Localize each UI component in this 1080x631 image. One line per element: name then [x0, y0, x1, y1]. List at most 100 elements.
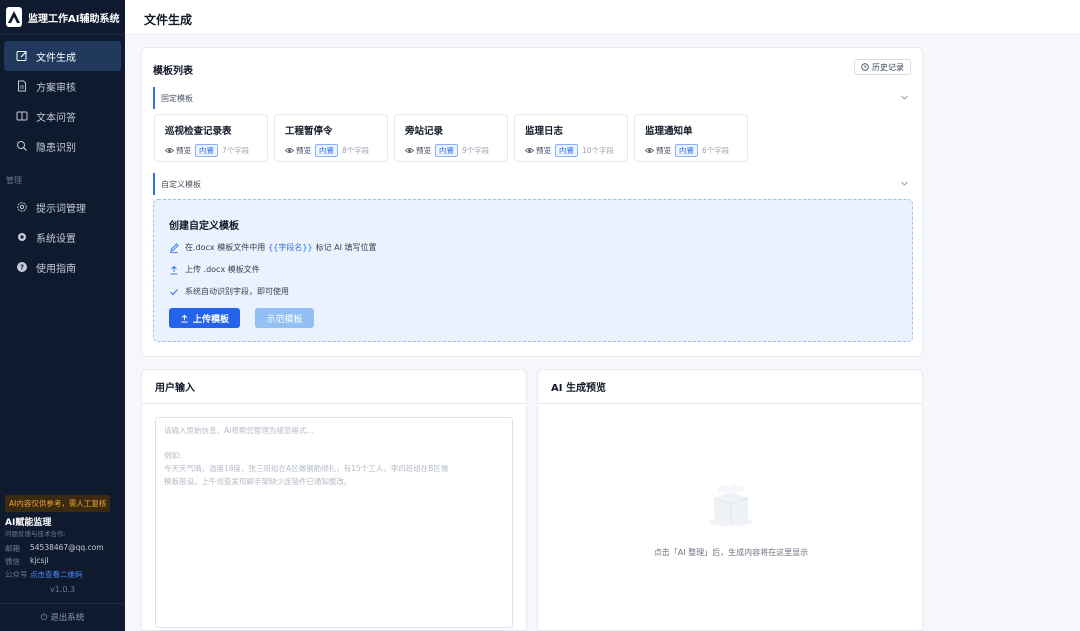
- contact-wechat: 微信 kjcsjl: [5, 556, 49, 567]
- step-mark-fields: 在.docx 模板文件中用 {{字段名}} 标记 AI 填写位置: [169, 242, 376, 253]
- sidebar-item-label: 隐患识别: [36, 142, 76, 154]
- template-name: 巡视检查记录表: [165, 126, 232, 137]
- upload-template-button[interactable]: 上传模板: [169, 308, 240, 328]
- builtin-tag: 内置: [195, 144, 218, 157]
- empty-state-text: 点击「AI 整理」后，生成内容将在这里显示: [653, 548, 809, 557]
- qr-code-link[interactable]: 点击查看二维码: [30, 569, 83, 580]
- sidebar-item-label: 文本问答: [36, 112, 76, 124]
- template-name: 监理通知单: [645, 126, 693, 137]
- sidebar-item-label: 系统设置: [36, 233, 76, 245]
- page-title: 文件生成: [144, 13, 193, 27]
- sidebar-item-plan-review[interactable]: 方案审核: [0, 71, 125, 101]
- template-list-title: 模板列表: [153, 66, 193, 77]
- template-list-card: 模板列表 历史记录 固定模板 巡视检查记录表 预览 内置 7个字段 工程暂停令 …: [141, 47, 923, 357]
- logout-label: 退出系统: [50, 613, 85, 623]
- step-text: 在.docx 模板文件中用: [185, 243, 266, 252]
- preview-link[interactable]: 预览: [176, 145, 191, 156]
- check-icon: [170, 288, 178, 295]
- logout-button[interactable]: ⏻ 退出系统: [0, 603, 125, 623]
- sidebar: 监理工作AI辅助系统 文件生成 方案审核 文本问答 隐患识别 管理 提示词管理 …: [0, 0, 125, 631]
- field-count: 7个字段: [222, 146, 250, 155]
- contact-official-account: 公众号 点击查看二维码: [5, 569, 83, 580]
- book-icon: [16, 110, 28, 122]
- upload-template-label: 上传模板: [192, 314, 229, 325]
- sidebar-item-prompt-management[interactable]: 提示词管理: [0, 192, 125, 222]
- placeholder-line: 今天天气晴，温度18度，张三班组在A区做钢筋绑扎，有15个工人，李四班组在B区做: [164, 464, 449, 473]
- builtin-tag: 内置: [315, 144, 338, 157]
- ai-preview-panel: AI 生成预览 点击「AI 整理」后，生成内容将在这里显示: [537, 369, 923, 631]
- history-label: 历史记录: [872, 62, 904, 72]
- preview-link[interactable]: 预览: [296, 145, 311, 156]
- app-logo: [6, 7, 22, 27]
- sidebar-item-text-qa[interactable]: 文本问答: [0, 101, 125, 131]
- sidebar-item-label: 使用指南: [36, 263, 76, 275]
- ai-preview-title: AI 生成预览: [538, 370, 922, 404]
- contact-key: 邮箱: [5, 544, 20, 553]
- version-label: v1.0.3: [49, 585, 76, 594]
- preview-link[interactable]: 预览: [416, 145, 431, 156]
- sidebar-item-user-guide[interactable]: ? 使用指南: [0, 252, 125, 282]
- ai-disclaimer-badge: AI内容仅供参考，需人工复核: [5, 495, 111, 512]
- template-card[interactable]: 巡视检查记录表 预览 内置 7个字段: [154, 114, 268, 162]
- svg-text:?: ?: [20, 264, 24, 272]
- template-card[interactable]: 旁站记录 预览 内置 9个字段: [394, 114, 508, 162]
- brand: 监理工作AI辅助系统: [0, 0, 125, 35]
- step-text: 系统自动识别字段，即可使用: [185, 287, 289, 296]
- history-button[interactable]: 历史记录: [854, 59, 911, 75]
- create-template-title: 创建自定义模板: [169, 221, 239, 232]
- field-count: 10个字段: [582, 146, 615, 155]
- builtin-tag: 内置: [435, 144, 458, 157]
- contact-value: kjcsjl: [30, 556, 49, 565]
- fixed-templates-label: 固定模板: [161, 93, 193, 103]
- nav-section-label: 管理: [6, 176, 22, 185]
- contact-value: 54538467@qq.com: [30, 543, 104, 552]
- eye-icon: [285, 148, 294, 153]
- search-icon: [16, 140, 28, 152]
- step-auto-detect: 系统自动识别字段，即可使用: [169, 286, 289, 297]
- gear-icon: [16, 201, 28, 213]
- sidebar-item-system-settings[interactable]: 系统设置: [0, 222, 125, 252]
- pen-icon: [170, 242, 179, 253]
- document-icon: [16, 80, 28, 92]
- sidebar-item-hazard-recognition[interactable]: 隐患识别: [0, 131, 125, 161]
- top-bar: 文件生成: [125, 0, 1080, 35]
- placeholder-line: 模板搭设。上午巡查发现脚手架缺少连墙件已通知整改。: [164, 477, 352, 486]
- user-input-panel: 用户输入 请输入原始信息，AI将帮您整理为规范格式... 例如: 今天天气晴，温…: [141, 369, 527, 631]
- fixed-templates-header[interactable]: 固定模板: [153, 87, 913, 109]
- contact-key: 微信: [5, 557, 20, 566]
- upload-icon: [170, 265, 178, 274]
- step-text: 标记 AI 填写位置: [315, 243, 377, 252]
- chevron-down-icon: [901, 181, 908, 186]
- app-title: 监理工作AI辅助系统: [28, 13, 120, 25]
- custom-templates-label: 自定义模板: [161, 179, 201, 189]
- contact-email: 邮箱 54538467@qq.com: [5, 543, 104, 554]
- empty-box-icon: [709, 484, 753, 526]
- eye-icon: [525, 148, 534, 153]
- eye-icon: [165, 148, 174, 153]
- fixed-template-list: 巡视检查记录表 预览 内置 7个字段 工程暂停令 预览 内置 8个字段 旁站记录…: [154, 114, 748, 162]
- builtin-tag: 内置: [555, 144, 578, 157]
- field-count: 9个字段: [462, 146, 490, 155]
- org-subtitle: 问题反馈与技术合作:: [5, 530, 66, 538]
- example-template-button[interactable]: 示范模板: [255, 308, 314, 328]
- sidebar-item-label: 提示词管理: [36, 203, 86, 215]
- clock-icon: [861, 63, 869, 71]
- preview-link[interactable]: 预览: [656, 145, 671, 156]
- user-input-textarea[interactable]: 请输入原始信息，AI将帮您整理为规范格式... 例如: 今天天气晴，温度18度，…: [155, 417, 513, 628]
- template-card[interactable]: 监理日志 预览 内置 10个字段: [514, 114, 628, 162]
- org-name: AI赋能监理: [5, 518, 52, 528]
- eye-icon: [405, 148, 414, 153]
- field-count: 6个字段: [702, 146, 730, 155]
- upload-icon: [181, 314, 188, 323]
- step-text: 上传 .docx 模板文件: [185, 265, 260, 274]
- sidebar-item-file-generate[interactable]: 文件生成: [4, 41, 121, 71]
- template-card[interactable]: 监理通知单 预览 内置 6个字段: [634, 114, 748, 162]
- power-icon: ⏻: [40, 613, 51, 623]
- eye-icon: [645, 148, 654, 153]
- edit-icon: [16, 50, 28, 62]
- template-name: 工程暂停令: [285, 126, 333, 137]
- custom-templates-header[interactable]: 自定义模板: [153, 173, 913, 195]
- create-template-box: 创建自定义模板 在.docx 模板文件中用 {{字段名}} 标记 AI 填写位置…: [153, 199, 913, 342]
- preview-link[interactable]: 预览: [536, 145, 551, 156]
- template-card[interactable]: 工程暂停令 预览 内置 8个字段: [274, 114, 388, 162]
